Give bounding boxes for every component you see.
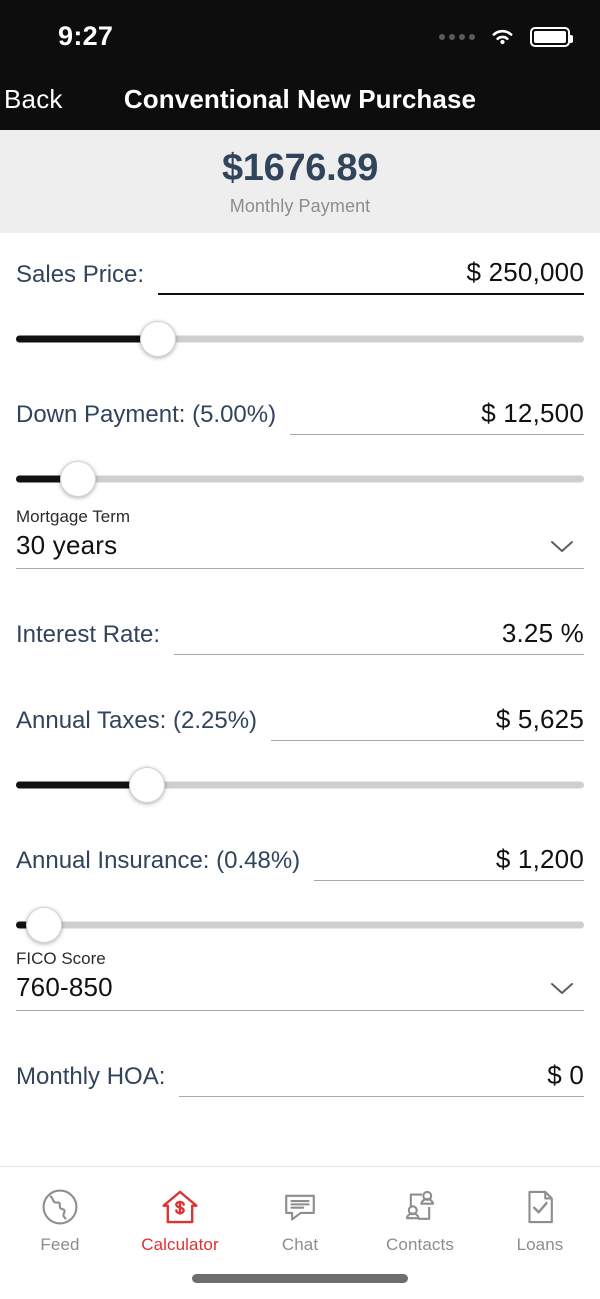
monthly-hoa-input[interactable]: $ 0 (179, 1057, 584, 1097)
fico-score-select[interactable]: FICO Score 760-850 (16, 949, 584, 1011)
annual-insurance-value: $ 1,200 (495, 844, 584, 874)
monthly-hoa-value: $ 0 (547, 1060, 584, 1090)
down-payment-input[interactable]: $ 12,500 (290, 395, 584, 435)
mortgage-term-select[interactable]: Mortgage Term 30 years (16, 507, 584, 569)
tab-contacts-label: Contacts (386, 1234, 454, 1254)
mortgage-term-caption: Mortgage Term (16, 507, 131, 526)
annual-taxes-input[interactable]: $ 5,625 (271, 701, 584, 741)
annual-taxes-slider-fill (16, 781, 147, 789)
sales-price-input[interactable]: $ 250,000 (158, 255, 584, 295)
back-button[interactable]: Back (0, 84, 63, 115)
interest-rate-row: Interest Rate: 3.25 % (16, 615, 584, 655)
house-dollar-icon (162, 1190, 198, 1223)
annual-insurance-label: Annual Insurance: (0.48%) (16, 847, 301, 874)
annual-taxes-slider[interactable] (16, 763, 584, 807)
chat-bubble-icon (285, 1194, 315, 1221)
down-payment-value: $ 12,500 (481, 398, 584, 428)
calculator-form: Sales Price: $ 250,000 Down Payment: (5.… (0, 233, 600, 1097)
document-check-icon (528, 1190, 553, 1223)
sales-price-label: Sales Price: (16, 261, 145, 288)
down-payment-label: Down Payment: (5.00%) (16, 401, 277, 428)
monthly-payment-caption: Monthly Payment (229, 195, 371, 216)
annual-insurance-slider-thumb[interactable] (26, 907, 63, 943)
chevron-down-icon (551, 540, 573, 552)
tab-loans-label: Loans (516, 1234, 564, 1254)
down-payment-slider[interactable] (16, 457, 584, 501)
tab-loans[interactable]: Loans (480, 1167, 600, 1263)
wifi-icon (492, 30, 513, 45)
annual-taxes-value: $ 5,625 (495, 704, 584, 734)
annual-insurance-row: Annual Insurance: (0.48%) $ 1,200 (16, 841, 584, 881)
sales-price-row: Sales Price: $ 250,000 (16, 255, 584, 295)
monthly-payment-summary: $1676.89 Monthly Payment (0, 130, 600, 233)
home-indicator (192, 1274, 408, 1283)
mortgage-term-value: 30 years (16, 530, 118, 560)
status-bar: 9:27 (0, 0, 600, 68)
tab-calculator-label: Calculator (141, 1234, 219, 1254)
down-payment-slider-thumb[interactable] (60, 461, 97, 497)
annual-taxes-slider-thumb[interactable] (128, 767, 165, 803)
fico-score-value: 760-850 (16, 972, 113, 1002)
tab-feed-label: Feed (40, 1234, 80, 1254)
globe-icon (42, 1189, 78, 1224)
annual-insurance-input[interactable]: $ 1,200 (314, 841, 584, 881)
sales-price-slider[interactable] (16, 317, 584, 361)
interest-rate-input[interactable]: 3.25 % (174, 615, 584, 655)
battery-full-icon (530, 27, 573, 47)
tab-calculator[interactable]: Calculator (120, 1167, 240, 1263)
bottom-tab-bar: Feed Calculator Chat Contacts Loans (0, 1166, 600, 1299)
sales-price-value: $ 250,000 (466, 257, 584, 287)
interest-rate-value: 3.25 % (501, 618, 584, 648)
tab-feed[interactable]: Feed (0, 1167, 120, 1263)
annual-insurance-slider-track (16, 921, 584, 929)
interest-rate-label: Interest Rate: (16, 621, 161, 648)
monthly-hoa-label: Monthly HOA: (16, 1063, 166, 1090)
contacts-icon (405, 1190, 435, 1220)
status-time: 9:27 (58, 20, 114, 51)
chevron-down-icon (551, 982, 573, 994)
tab-contacts[interactable]: Contacts (360, 1167, 480, 1263)
tab-chat-label: Chat (281, 1234, 319, 1254)
down-payment-slider-track (16, 475, 584, 483)
annual-taxes-row: Annual Taxes: (2.25%) $ 5,625 (16, 701, 584, 741)
annual-insurance-slider[interactable] (16, 903, 584, 947)
down-payment-row: Down Payment: (5.00%) $ 12,500 (16, 395, 584, 435)
sales-price-slider-fill (16, 335, 158, 343)
tab-chat[interactable]: Chat (240, 1167, 360, 1263)
navigation-bar: Back Conventional New Purchase (0, 68, 600, 130)
page-title: Conventional New Purchase (123, 83, 477, 114)
monthly-payment-amount: $1676.89 (221, 146, 379, 189)
annual-taxes-label: Annual Taxes: (2.25%) (16, 707, 258, 734)
signal-dots-icon (439, 34, 475, 40)
fico-score-caption: FICO Score (16, 949, 106, 968)
status-indicators (439, 27, 573, 47)
monthly-hoa-row: Monthly HOA: $ 0 (16, 1057, 584, 1097)
sales-price-slider-thumb[interactable] (140, 321, 176, 357)
